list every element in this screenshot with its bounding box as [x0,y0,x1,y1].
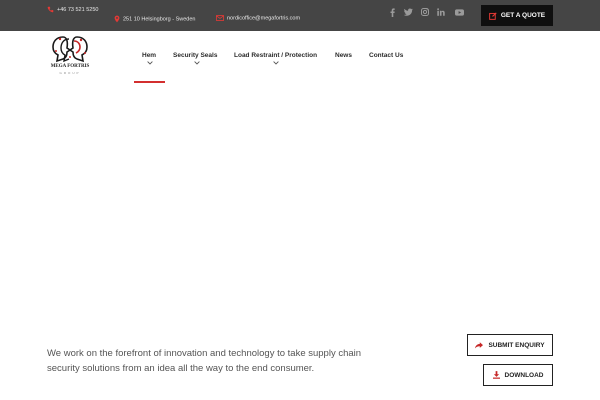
chevron-down-icon [147,61,153,65]
email-text: nordicoffice@megafortris.com [227,15,301,22]
submit-enquiry-button[interactable]: SUBMIT ENQUIRY [467,334,553,356]
envelope-icon [216,15,224,21]
get-a-quote-button[interactable]: GET A QUOTE [481,5,553,26]
nav-item-security-seals[interactable]: Security Seals [173,52,217,59]
logo-name: MEGA FORTRIS [50,64,90,69]
facebook-icon[interactable] [385,6,399,18]
edit-icon [489,11,497,20]
logo-subtitle: GROUP [59,71,81,75]
phone-icon [47,6,54,13]
nav-item-load-restraint[interactable]: Load Restraint / Protection [234,52,317,59]
download-button[interactable]: DOWNLOAD [483,364,553,386]
nav-item-contact-us[interactable]: Contact Us [369,52,403,59]
tagline: We work on the forefront of innovation a… [47,348,362,374]
nav-item-news[interactable]: News [335,52,352,59]
linkedin-icon[interactable] [434,6,448,18]
youtube-icon[interactable] [452,6,466,18]
chevron-down-icon [194,61,200,65]
submit-enquiry-label: SUBMIT ENQUIRY [488,341,545,349]
active-nav-indicator [134,81,165,83]
get-a-quote-label: GET A QUOTE [500,12,546,19]
download-icon [492,371,500,379]
email-contact[interactable]: nordicoffice@megafortris.com [216,15,300,21]
map-pin-icon [114,15,120,23]
address-text: 251 10 Helsingborg - Sweden [123,16,196,23]
chevron-down-icon [273,61,279,65]
phone-number: +46 73 521 5250 [57,7,99,13]
download-label: DOWNLOAD [504,371,544,379]
share-arrow-icon [475,341,484,348]
address-contact: 251 10 Helsingborg - Sweden [114,15,195,23]
twitter-icon[interactable] [401,6,415,18]
phone-contact[interactable]: +46 73 521 5250 [47,6,99,15]
top-bar: +46 73 521 5250 251 10 Helsingborg - Swe… [0,0,600,31]
nav-item-hem[interactable]: Hem [142,52,156,59]
instagram-icon[interactable] [418,6,432,18]
